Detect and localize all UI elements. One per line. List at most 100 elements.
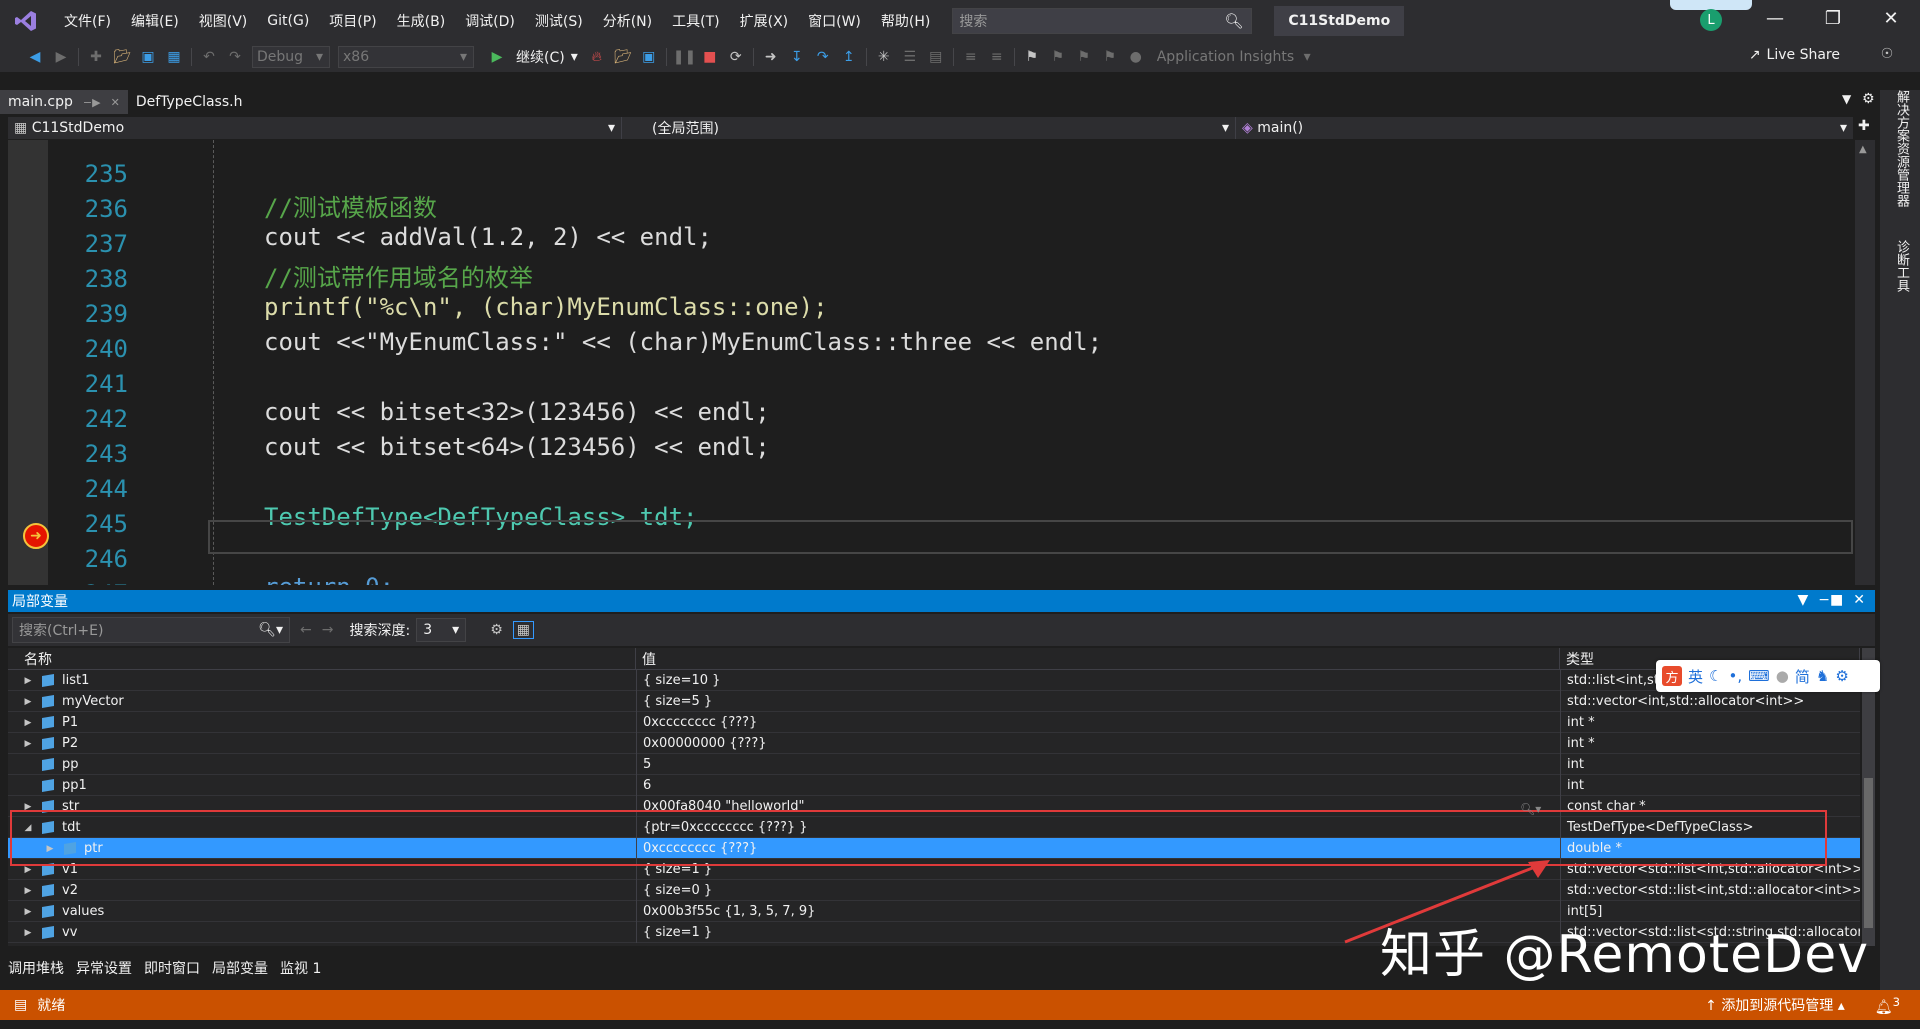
close-icon[interactable]: ✕ (1853, 592, 1865, 608)
close-tab-icon[interactable]: ✕ (111, 96, 120, 109)
expand-icon[interactable]: ▶ (22, 739, 34, 749)
open-folder-icon[interactable]: 📂︎ (111, 49, 133, 65)
live-share-button[interactable]: ↗ Live Share (1749, 47, 1840, 63)
menu-window[interactable]: 窗口(W) (798, 11, 871, 31)
column-value[interactable]: 值 (636, 648, 1560, 670)
menu-test[interactable]: 测试(S) (525, 11, 593, 31)
forward-icon[interactable]: ▶ (50, 49, 72, 65)
expand-icon[interactable]: ▶ (22, 718, 34, 728)
menu-view[interactable]: 视图(V) (189, 11, 258, 31)
menu-project[interactable]: 项目(P) (319, 11, 386, 31)
tab-main-cpp[interactable]: main.cpp −▶ ✕ (0, 90, 128, 114)
pin-icon[interactable]: −▶ (83, 96, 101, 109)
source-control-button[interactable]: ↑ 添加到源代码管理 ▴ (1705, 995, 1845, 1015)
show-next-statement-icon[interactable]: ➜ (760, 49, 782, 65)
hot-reload-icon[interactable]: 🔥︎ (586, 49, 608, 65)
function-dropdown[interactable]: ◈ main() ▾ (1236, 117, 1853, 139)
menu-tools[interactable]: 工具(T) (662, 11, 729, 31)
feedback-icon[interactable]: ☉ (1876, 46, 1898, 62)
ime-simplified-toggle[interactable]: 简 (1795, 666, 1810, 687)
tab-locals[interactable]: 局部变量 (212, 958, 268, 980)
ime-language-toggle[interactable]: 英 (1688, 666, 1703, 687)
editor-scrollbar[interactable]: ▲ (1855, 140, 1875, 585)
menu-build[interactable]: 生成(B) (387, 11, 456, 31)
menu-edit[interactable]: 编辑(E) (121, 11, 189, 31)
restore-icon[interactable]: ❐ (1818, 8, 1848, 29)
thread-icon[interactable]: ☰ (899, 49, 921, 65)
table-row[interactable]: ▶ P1 0xcccccccc {???} int * (8, 712, 1860, 733)
menu-debug[interactable]: 调试(D) (455, 11, 525, 31)
scroll-up-icon[interactable]: ▲ (1859, 144, 1867, 155)
expand-icon[interactable]: ▶ (22, 697, 34, 707)
restart-icon[interactable]: ⟳ (725, 49, 747, 65)
code-editor[interactable]: 235 //测试模板函数 236 cout << addVal(1.2, 2) … (8, 140, 1853, 585)
stop-icon[interactable]: ■ (699, 49, 721, 65)
filter-icon[interactable]: ⚙ (490, 622, 503, 638)
locals-scrollbar[interactable] (1862, 648, 1875, 946)
process-icon[interactable]: 📂︎ (612, 49, 634, 65)
tab-exception-settings[interactable]: 异常设置 (76, 958, 132, 980)
menu-git[interactable]: Git(G) (257, 13, 319, 29)
step-out-icon[interactable]: ↥ (838, 49, 860, 65)
menu-help[interactable]: 帮助(H) (871, 11, 940, 31)
pin-icon[interactable]: −■ (1818, 592, 1843, 608)
scroll-thumb[interactable] (1864, 778, 1873, 928)
close-icon[interactable]: ✕ (1876, 8, 1906, 29)
expand-icon[interactable]: ▶ (22, 676, 34, 686)
moon-icon[interactable]: ☾ (1709, 667, 1722, 685)
tab-immediate-window[interactable]: 即时窗口 (144, 958, 200, 980)
undo-icon[interactable]: ↶ (198, 49, 220, 65)
bookmark-icon[interactable]: ⚑ (1021, 49, 1043, 65)
variable-value[interactable]: { size=5 } (636, 691, 1560, 712)
expand-icon[interactable]: ▶ (22, 907, 34, 917)
notifications-icon[interactable]: 🔔︎3 (1875, 995, 1900, 1016)
redo-icon[interactable]: ↷ (224, 49, 246, 65)
platform-select[interactable]: x86 ▾ (338, 46, 474, 68)
save-icon[interactable]: ▣ (137, 49, 159, 65)
table-row[interactable]: ▶ P2 0x00000000 {???} int * (8, 733, 1860, 754)
expand-icon[interactable]: ▶ (22, 865, 34, 875)
menu-extensions[interactable]: 扩展(X) (730, 11, 799, 31)
comment-icon[interactable]: ≡ (960, 49, 982, 65)
next-bookmark-icon[interactable]: ⚑ (1073, 49, 1095, 65)
solution-explorer-tab[interactable]: 解决方案资源管理器 (1892, 90, 1911, 207)
prev-bookmark-icon[interactable]: ⚑ (1047, 49, 1069, 65)
settings-gear-icon[interactable]: ⚙ (1862, 91, 1875, 107)
configuration-select[interactable]: Debug ▾ (252, 46, 330, 68)
chevron-down-icon[interactable]: ▾ (1296, 49, 1318, 65)
table-row[interactable]: pp1 6 int (8, 775, 1860, 796)
search-icon[interactable]: 🔍︎▾ (258, 622, 283, 638)
search-icon[interactable]: 🔍︎▾ (1520, 802, 1541, 816)
user-icon[interactable]: ● (1776, 667, 1789, 685)
hex-display-icon[interactable]: ✳ (873, 49, 895, 65)
tab-overflow-icon[interactable]: ▼ (1842, 92, 1851, 106)
new-project-icon[interactable]: ✚ (85, 49, 107, 65)
menu-analyze[interactable]: 分析(N) (593, 11, 662, 31)
stack-frame-icon[interactable]: ▤ (925, 49, 947, 65)
search-forward-icon[interactable]: → (322, 622, 334, 638)
search-back-icon[interactable]: ← (300, 622, 312, 638)
step-over-icon[interactable]: ↷ (812, 49, 834, 65)
settings-gear-icon[interactable]: ⚙ (1835, 667, 1848, 685)
tab-deftypeclass-h[interactable]: DefTypeClass.h (128, 90, 251, 114)
back-icon[interactable]: ◀ (24, 49, 46, 65)
variable-value[interactable]: 0xcccccccc {???} (636, 712, 1560, 733)
view-raw-icon[interactable]: ▦ (512, 621, 534, 639)
split-icon[interactable]: ✚ (1858, 118, 1870, 134)
punctuation-icon[interactable]: •, (1728, 667, 1742, 685)
tab-call-stack[interactable]: 调用堆栈 (8, 958, 64, 980)
expand-icon[interactable]: ▶ (22, 886, 34, 896)
variable-value[interactable]: { size=10 } (636, 670, 1560, 691)
uncomment-icon[interactable]: ≡ (986, 49, 1008, 65)
variable-value[interactable]: 5 (636, 754, 1560, 775)
tab-watch-1[interactable]: 监视 1 (280, 958, 321, 980)
skin-icon[interactable]: ♞ (1816, 667, 1829, 685)
keyboard-icon[interactable]: ⌨ (1748, 667, 1770, 685)
global-search-input[interactable]: 搜索 🔍︎ (952, 8, 1253, 34)
project-dropdown[interactable]: ▦ C11StdDemo ▾ (8, 117, 622, 139)
step-into-icon[interactable]: ↧ (786, 49, 808, 65)
clear-bookmarks-icon[interactable]: ⚑ (1099, 49, 1121, 65)
application-insights-button[interactable]: Application Insights (1157, 49, 1294, 65)
table-row[interactable]: pp 5 int (8, 754, 1860, 775)
table-row[interactable]: ▶ v2{ size=0 } std::vector<std::list<int,s… (8, 880, 1860, 901)
